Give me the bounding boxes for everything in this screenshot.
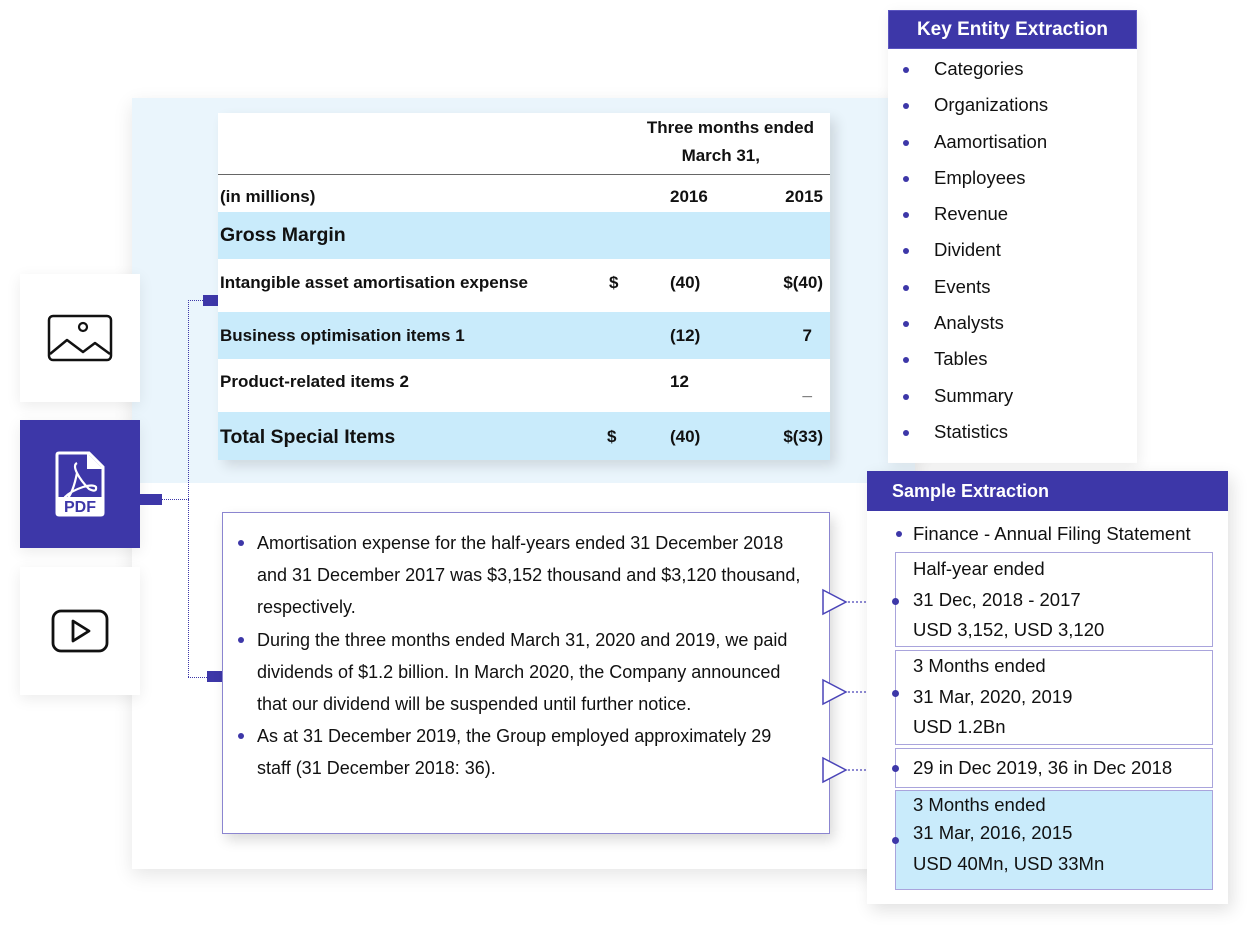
- row-label: Intangible asset amortisation expense: [220, 273, 528, 292]
- row-value-2016: 12: [670, 372, 689, 391]
- extraction-line: 3 Months ended: [913, 794, 1046, 815]
- extraction-line: 31 Mar, 2016, 2015: [913, 822, 1073, 843]
- image-icon: [47, 314, 113, 362]
- total-row: Total Special Items $ (40) $(33): [218, 412, 830, 460]
- table-connector-line: [188, 300, 203, 301]
- period-date-header: March 31,: [681, 146, 760, 165]
- row-value-2016: (40): [670, 273, 701, 292]
- pdf-source-card[interactable]: PDF: [20, 420, 140, 548]
- entity-item[interactable]: Tables: [888, 344, 1137, 380]
- entity-item[interactable]: Employees: [888, 163, 1137, 199]
- text-connector-line: [188, 677, 207, 678]
- extraction-box[interactable]: 29 in Dec 2019, 36 in Dec 2018: [892, 748, 1213, 788]
- extraction-line: 31 Dec, 2018 - 2017: [913, 588, 1081, 610]
- sample-extraction-panel: Sample Extraction Finance - Annual Filin…: [867, 471, 1228, 904]
- entity-item[interactable]: Statistics: [888, 417, 1137, 453]
- entity-item[interactable]: Events: [888, 272, 1137, 308]
- entity-item[interactable]: Categories: [888, 54, 1137, 90]
- image-source-card[interactable]: [20, 274, 140, 402]
- section-label: Gross Margin: [220, 224, 346, 246]
- key-entity-panel: Key Entity Extraction Categories Organiz…: [888, 10, 1137, 463]
- connector-dot: [892, 690, 899, 697]
- row-currency: $: [609, 273, 619, 292]
- extraction-line: 29 in Dec 2019, 36 in Dec 2018: [913, 757, 1173, 778]
- extraction-box[interactable]: 3 Months ended 31 Mar, 2020, 2019 USD 1.…: [892, 650, 1213, 745]
- row-value-2015: 7: [802, 326, 812, 345]
- extraction-line: 3 Months ended: [913, 655, 1046, 676]
- row-value-2016: (40): [670, 427, 701, 446]
- table-row: Business optimisation items 1 (12) 7: [218, 312, 830, 359]
- text-bullet: Amortisation expense for the half-years …: [235, 527, 809, 624]
- table-row: Intangible asset amortisation expense $ …: [218, 259, 830, 312]
- entity-item[interactable]: Organizations: [888, 90, 1137, 126]
- extraction-line: USD 1.2Bn: [913, 716, 1006, 737]
- connector-dot: [892, 598, 899, 605]
- financial-table: Three months ended March 31, (in million…: [218, 113, 830, 460]
- row-value-2015: $(40): [783, 273, 823, 292]
- entity-item[interactable]: Analysts: [888, 308, 1137, 344]
- entity-item[interactable]: Divident: [888, 235, 1137, 271]
- table-connector-handle: [203, 295, 218, 306]
- pdf-connector-line: [162, 499, 189, 500]
- extraction-box-highlighted[interactable]: 3 Months ended 31 Mar, 2016, 2015 USD 40…: [892, 790, 1213, 890]
- sample-extraction-title: Sample Extraction: [867, 471, 1228, 511]
- entity-item[interactable]: Aamortisation: [888, 127, 1137, 163]
- row-label: Product-related items 2: [220, 372, 409, 391]
- connector-dot: [892, 837, 899, 844]
- key-entity-title: Key Entity Extraction: [888, 10, 1137, 49]
- text-bullet: During the three months ended March 31, …: [235, 624, 809, 721]
- entity-item[interactable]: Summary: [888, 381, 1137, 417]
- period-header: Three months ended: [646, 118, 814, 137]
- play-icon: [51, 609, 109, 653]
- row-label: Business optimisation items 1: [220, 326, 465, 345]
- table-row: Product-related items 2 12 _: [218, 359, 830, 412]
- row-label: Total Special Items: [220, 426, 396, 448]
- table-header: Three months ended March 31,: [218, 113, 830, 175]
- row-value-2015: _: [802, 380, 812, 399]
- branch-connector-line: [188, 300, 189, 677]
- row-currency: $: [607, 427, 617, 446]
- extraction-line: USD 40Mn, USD 33Mn: [913, 852, 1105, 874]
- svg-text:PDF: PDF: [64, 499, 96, 516]
- section-row: Gross Margin: [218, 212, 830, 259]
- pdf-file-icon: PDF: [55, 451, 105, 517]
- column-header-row: (in millions) 2016 2015: [218, 175, 830, 212]
- extraction-box[interactable]: Half-year ended 31 Dec, 2018 - 2017 USD …: [892, 552, 1213, 647]
- video-source-card[interactable]: [20, 567, 140, 695]
- text-connector-handle: [207, 671, 223, 682]
- pdf-connector-handle: [140, 494, 162, 505]
- extraction-line: Half-year ended: [913, 558, 1045, 579]
- document-type: Finance - Annual Filing Statement: [867, 521, 1228, 547]
- text-bullet: As at 31 December 2019, the Group employ…: [235, 720, 809, 784]
- connector-dot: [892, 765, 899, 772]
- row-value-2016: (12): [670, 326, 701, 345]
- row-value-2015: $(33): [783, 427, 823, 446]
- extraction-line: USD 3,152, USD 3,120: [913, 619, 1105, 640]
- document-text-box: Amortisation expense for the half-years …: [222, 512, 830, 834]
- extraction-line: 31 Mar, 2020, 2019: [913, 685, 1073, 707]
- entity-item[interactable]: Revenue: [888, 199, 1137, 235]
